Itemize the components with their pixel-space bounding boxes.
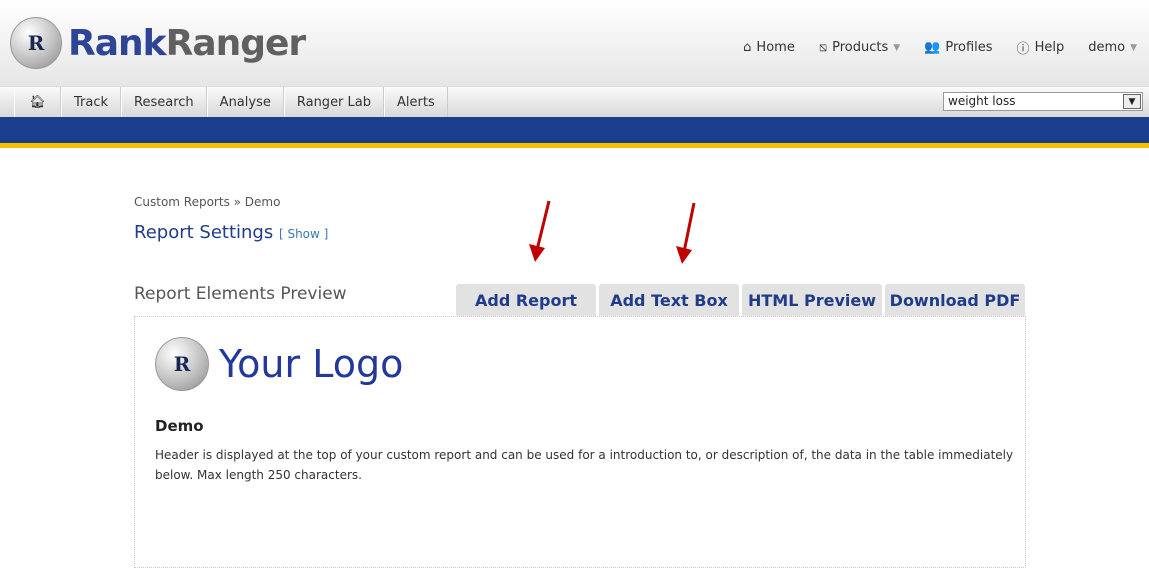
report-preview-box: R Your Logo Demo Header is displayed at … [134, 316, 1026, 568]
nav-label: Profiles [945, 40, 993, 55]
main-nav: 🏠︎ Track Research Analyse Ranger Lab Ale… [0, 86, 1149, 117]
preview-title: Report Elements Preview [134, 284, 347, 304]
caret-down-icon: ▼ [1130, 42, 1137, 53]
logo-badge-icon: R [10, 17, 62, 69]
help-icon: ⓘ [1016, 42, 1030, 57]
nav-profiles[interactable]: 👥 Profiles [924, 38, 992, 57]
report-description: Header is displayed at the top of your c… [155, 448, 1014, 482]
report-settings-title: Report Settings [134, 222, 274, 243]
brand-part2: Ranger [165, 22, 307, 64]
nav-home[interactable]: ⌂ Home [743, 38, 795, 57]
logo-badge-icon: R [155, 337, 209, 391]
nav-help[interactable]: ⓘ Help [1017, 38, 1065, 57]
download-pdf-button[interactable]: Download PDF [885, 284, 1025, 316]
tab-ranger-lab[interactable]: Ranger Lab [283, 87, 384, 117]
tab-track[interactable]: Track [61, 87, 122, 117]
rankranger-logo[interactable]: R RankRanger [10, 17, 307, 69]
profile-select-value: weight loss [948, 94, 1016, 108]
profile-select[interactable]: weight loss ▼ [943, 92, 1143, 111]
tab-research[interactable]: Research [121, 87, 207, 117]
nav-label: Products [832, 40, 889, 55]
breadcrumb[interactable]: Custom Reports » Demo [134, 195, 280, 209]
top-nav: ⌂ Home ⧅ Products ▼ 👥 Profiles ⓘ Help demo ▼ [743, 38, 1137, 57]
your-logo: R Your Logo [155, 337, 403, 391]
tab-alerts[interactable]: Alerts [384, 87, 448, 117]
brand-part1: Rank [68, 22, 167, 64]
header: R RankRanger ⌂ Home ⧅ Products ▼ 👥 Profiles … [0, 0, 1149, 86]
caret-down-icon: ▼ [893, 42, 901, 53]
report-heading: Demo [155, 417, 204, 435]
add-report-button[interactable]: Add Report [456, 284, 596, 316]
red-arrow-icon [676, 202, 696, 264]
blue-banner [0, 117, 1149, 148]
show-settings-link[interactable]: [ Show ] [279, 227, 328, 241]
nav-user-demo[interactable]: demo ▼ [1088, 38, 1137, 57]
your-logo-text: Your Logo [219, 342, 404, 386]
nav-products[interactable]: ⧅ Products ▼ [819, 38, 900, 57]
nav-label: Home [756, 40, 795, 55]
home-icon: ⌂ [743, 40, 752, 55]
red-arrow-icon [529, 200, 551, 262]
home-icon: 🏠︎ [29, 94, 46, 110]
products-icon: ⧅ [818, 40, 828, 55]
profiles-icon: 👥 [924, 40, 941, 55]
dropdown-arrow-icon[interactable]: ▼ [1123, 94, 1141, 109]
tab-analyse[interactable]: Analyse [206, 87, 284, 117]
nav-label: demo [1088, 40, 1126, 55]
tab-home[interactable]: 🏠︎ [14, 87, 61, 117]
nav-label: Help [1034, 40, 1065, 55]
html-preview-button[interactable]: HTML Preview [742, 284, 882, 316]
add-text-box-button[interactable]: Add Text Box [599, 284, 739, 316]
